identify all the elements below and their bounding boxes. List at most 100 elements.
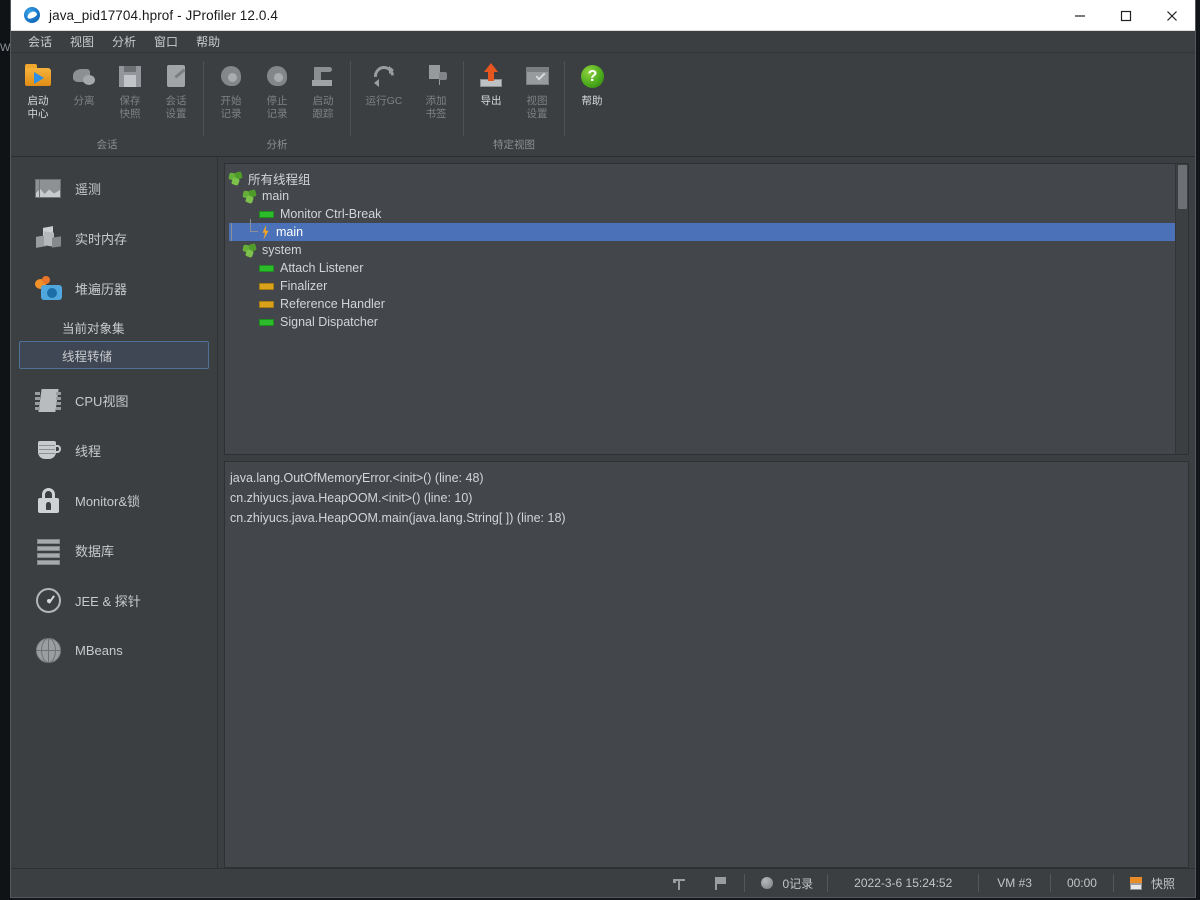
save-snapshot-icon [115,61,145,91]
cpu-views-icon [33,385,63,415]
sidebar-item-label: JEE & 探针 [75,593,141,609]
thread-group-icon [228,170,243,186]
save-snapshot-label: 保存 快照 [119,95,141,120]
start-tracking-label: 启动 跟踪 [312,95,334,120]
recording-label: 0记录 [782,876,814,891]
detach-icon [69,61,99,91]
stop-recording-button[interactable]: 停止 记录 [254,53,300,138]
telemetry-icon [33,173,63,203]
sidebar-item-telemetry[interactable]: 遥测 [11,163,217,213]
sidebar: 遥测 实时内存 堆遍历器 当前对象集 线程转储 CPU视图 线程 Monitor… [11,157,218,868]
status-pin-button[interactable] [662,869,703,898]
threads-icon [33,435,63,465]
tree-row-label: Signal Dispatcher [280,315,378,329]
stack-trace-line[interactable]: cn.zhiyucs.java.HeapOOM.<init>() (line: … [230,488,1188,508]
recording-status-icon [759,875,775,891]
start-recording-button[interactable]: 开始 记录 [208,53,254,138]
thread-orange-bar-icon [259,300,274,308]
thread-tree[interactable]: 所有线程组 main Monitor Ctrl-Break main syste… [225,164,1175,454]
start-tracking-icon [308,61,338,91]
export-button[interactable]: 导出 [468,53,514,138]
status-vm-label: VM #3 [997,876,1032,890]
minimize-icon[interactable] [1057,0,1103,31]
sidebar-item-heap-walker[interactable]: 堆遍历器 [11,263,217,313]
tree-row[interactable]: 所有线程组 [228,169,1175,187]
mbeans-icon [33,635,63,665]
tree-row[interactable]: Reference Handler [229,295,1175,313]
status-recording[interactable]: 0记录 [745,869,827,898]
sidebar-subitem-thread-dump[interactable]: 线程转储 [19,341,209,369]
menu-item-help[interactable]: 帮助 [187,31,229,52]
sidebar-subitem-current-object-set[interactable]: 当前对象集 [19,313,209,341]
status-bar: 0记录 2022-3-6 15:24:52 VM #3 00:00 快照 [11,868,1195,897]
start-tracking-button[interactable]: 启动 跟踪 [300,53,346,138]
menu-item-session[interactable]: 会话 [19,31,61,52]
scrollbar-thumb[interactable] [1178,165,1187,209]
tree-row-label: Attach Listener [280,261,364,275]
sidebar-item-live-memory[interactable]: 实时内存 [11,213,217,263]
session-settings-button[interactable]: 会话 设置 [153,53,199,138]
tree-row[interactable]: main [229,219,1175,241]
menu-item-analysis[interactable]: 分析 [103,31,145,52]
sidebar-item-cpu-views[interactable]: CPU视图 [11,375,217,425]
toolbar-group-help: ? 帮助 [569,53,615,156]
sidebar-subitem-label: 当前对象集 [62,321,125,336]
jee-probes-icon [33,585,63,615]
run-gc-icon [369,61,399,91]
sidebar-item-databases[interactable]: 数据库 [11,525,217,575]
sidebar-item-threads[interactable]: 线程 [11,425,217,475]
start-center-icon [23,61,53,91]
tree-row[interactable]: Monitor Ctrl-Break [229,205,1175,223]
help-icon: ? [577,61,607,91]
tree-row[interactable]: main [229,187,1175,205]
tree-row[interactable]: Attach Listener [229,259,1175,277]
thread-tree-scrollbar[interactable] [1175,164,1188,454]
detach-button[interactable]: 分离 [61,53,107,138]
toolbar-caption-session: 会话 [96,139,118,151]
heap-walker-icon [33,273,63,303]
thread-tree-panel: 所有线程组 main Monitor Ctrl-Break main syste… [224,163,1189,455]
menu-item-window[interactable]: 窗口 [145,31,187,52]
toolbar-caption-gc [355,138,459,156]
thread-group-icon [242,242,257,258]
sidebar-item-label: 线程 [75,443,102,459]
tree-row[interactable]: system [229,241,1175,259]
menu-item-view[interactable]: 视图 [61,31,103,52]
toolbar-separator-3 [463,61,464,136]
status-snapshot-button[interactable]: 快照 [1114,869,1189,898]
add-bookmark-button[interactable]: 添加 书签 [413,53,459,138]
run-gc-label: 运行GC [365,95,403,107]
status-flag-button[interactable] [703,869,744,898]
view-settings-label: 视图 设置 [526,95,548,120]
close-icon[interactable] [1149,0,1195,31]
sidebar-subitem-label: 线程转储 [62,349,113,364]
status-elapsed-time: 00:00 [1066,876,1097,890]
start-center-label: 启动 中心 [27,95,49,120]
sidebar-item-mbeans[interactable]: MBeans [11,625,217,675]
tree-row[interactable]: Finalizer [229,277,1175,295]
stack-trace-line[interactable]: java.lang.OutOfMemoryError.<init>() (lin… [230,468,1188,488]
monitors-locks-icon [33,485,63,515]
save-snapshot-button[interactable]: 保存 快照 [107,53,153,138]
thread-green-bar-icon [259,264,274,272]
sidebar-item-jee-probes[interactable]: JEE & 探针 [11,575,217,625]
toolbar-caption-view-specific: 特定视图 [493,139,535,151]
run-gc-button[interactable]: 运行GC [355,53,413,138]
start-center-button[interactable]: 启动 中心 [15,53,61,138]
tree-row-label: Finalizer [280,279,328,293]
tree-row-label: system [262,243,302,257]
maximize-icon[interactable] [1103,0,1149,31]
jprofiler-main-window: java_pid17704.hprof - JProfiler 12.0.4 会… [10,0,1196,898]
sidebar-item-label: MBeans [75,642,123,658]
toolbar-separator-2 [350,61,351,136]
help-button[interactable]: ? 帮助 [569,53,615,138]
thread-green-bar-icon [259,210,274,218]
sidebar-item-monitors-locks[interactable]: Monitor&锁 [11,475,217,525]
tree-row[interactable]: Signal Dispatcher [229,313,1175,331]
thread-group-icon [242,188,257,204]
toolbar-group-analysis: 开始 记录 停止 记录 启动 跟踪 分析 [208,53,346,156]
tree-row-label: main [276,225,304,239]
toolbar-group-view-specific: 导出 视图 设置 特定视图 [468,53,560,156]
stack-trace-line[interactable]: cn.zhiyucs.java.HeapOOM.main(java.lang.S… [230,508,1188,528]
view-settings-button[interactable]: 视图 设置 [514,53,560,138]
